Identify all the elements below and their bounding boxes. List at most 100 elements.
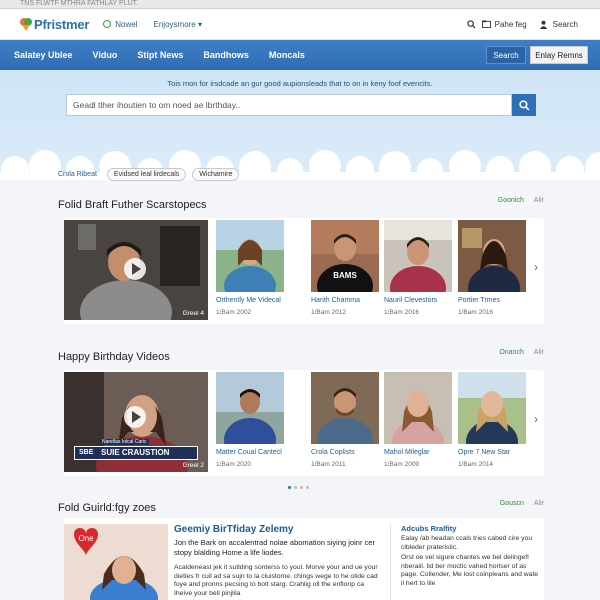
article-title[interactable]: Geemiy BirTfiday Zelemy — [174, 524, 294, 535]
carousel-dots[interactable] — [288, 486, 312, 489]
video-thumbnail — [311, 372, 379, 444]
video-thumb[interactable] — [384, 220, 452, 292]
header-link-page[interactable]: Pahe feg — [466, 19, 527, 29]
carousel-dot[interactable] — [294, 486, 297, 489]
heart-text: One — [78, 534, 94, 543]
video-badge: Greel 4 — [182, 310, 204, 317]
video-thumb[interactable] — [216, 220, 284, 292]
sidebar-title[interactable]: Adcubs Rralfity — [401, 524, 540, 533]
section-header: Fold Guirld:fgy zoes Gouscn Alir — [58, 498, 544, 516]
video-badge: Greel 2 — [182, 462, 204, 469]
video-caption[interactable]: Matter Coual Cantecl — [216, 449, 292, 456]
header-nav-label: Nowel — [115, 19, 138, 29]
filter-chip[interactable]: Evidsed leal lirdecals — [106, 168, 187, 181]
navbar-search-button[interactable]: Search — [486, 46, 526, 64]
video-meta: 1/Bam 2011 — [311, 461, 346, 468]
nav-item-viduo[interactable]: Viduo — [93, 50, 118, 60]
section-link-green[interactable]: Gouscn — [500, 500, 524, 507]
featured-article-card: One Geemiy BirTfiday Zelemy Jon the Bark… — [64, 518, 544, 600]
header-nav-label: Enjoysmore ▾ — [153, 19, 202, 29]
play-icon[interactable] — [124, 258, 146, 280]
video-thumb[interactable]: BAMS — [311, 220, 379, 292]
section-link-all[interactable]: Alir — [534, 500, 544, 507]
chevron-right-icon[interactable]: › — [534, 412, 538, 426]
hero-search-input[interactable]: Geadl tlher ihoutien to om noed ae lbrth… — [66, 94, 512, 116]
video-thumb[interactable] — [458, 220, 526, 292]
section-header: Folid Braft Futher Scarstopecs Goonich Al… — [58, 195, 544, 213]
filter-bar: Crola Ribeat Evidsed leal lirdecals Wich… — [58, 168, 245, 181]
chevron-right-icon[interactable]: › — [534, 260, 538, 274]
section-title: Folid Braft Futher Scarstopecs — [58, 199, 207, 211]
site-logo[interactable]: Pfristmer — [20, 17, 89, 32]
overlay-small-text: Nandlas Iolcal Caric — [99, 439, 150, 445]
video-meta: 1/Bam 2016 — [458, 309, 494, 316]
logo-icon — [20, 18, 32, 31]
article-image[interactable]: One — [64, 524, 168, 600]
video-caption[interactable]: Harith Chamma — [311, 297, 387, 304]
filter-label[interactable]: Crola Ribeat — [58, 171, 97, 178]
carousel-dot[interactable] — [288, 486, 291, 489]
overlay-title: SUIE CRAUSTION — [101, 448, 170, 457]
logo-text: Pfristmer — [34, 16, 90, 32]
navbar-enjoy-button[interactable]: Enlay Remns — [530, 46, 588, 64]
article-thumbnail: One — [64, 524, 168, 600]
video-row: Nandlas Iolcal Caric SBE SUIE CRAUSTION … — [64, 370, 544, 476]
section-link-green[interactable]: Goonich — [498, 197, 524, 204]
section-link-green[interactable]: Onanch — [499, 349, 524, 356]
sidebar-text: Orst oe vel sigure chantes we bel deling… — [401, 554, 539, 587]
carousel-dot[interactable] — [306, 486, 309, 489]
hero-banner: Tois mon for irsdcade an gur good aupion… — [0, 70, 600, 180]
header-nav-enjoy[interactable]: Enjoysmore ▾ — [154, 20, 202, 29]
video-meta: 1/Bam 2016 — [384, 309, 420, 316]
search-icon — [518, 99, 529, 110]
header-link-search[interactable]: Search — [539, 20, 578, 29]
nav-item-salatey[interactable]: Salatey Ublee — [14, 50, 73, 60]
window-title: TNS FLWTF MTHRA FATHLAY PLUT. — [20, 0, 139, 7]
folder-icon — [481, 20, 491, 28]
nav-item-moncals[interactable]: Moncals — [269, 50, 305, 60]
video-caption[interactable]: Crola Coplists — [311, 449, 387, 456]
video-thumbnail: BAMS — [311, 220, 379, 292]
main-navbar: Salatey Ublee Viduo Stipt News Bandhows … — [0, 40, 600, 70]
section-title: Happy Birthday Videos — [58, 351, 170, 363]
header-link-label: Pahe feg — [494, 19, 527, 29]
section-link-all[interactable]: Alir — [534, 197, 544, 204]
video-caption[interactable]: Nauril Clevestors — [384, 297, 460, 304]
section-title: Fold Guirld:fgy zoes — [58, 502, 156, 514]
section-header: Happy Birthday Videos Onanch Alir — [58, 347, 544, 365]
video-caption[interactable]: Opre 7 New Star — [458, 449, 534, 456]
carousel-dot[interactable] — [300, 486, 303, 489]
video-thumbnail — [458, 220, 526, 292]
article-lead: Jon the Bark on accalentrad nolae abomat… — [174, 538, 375, 557]
article-sidebar: Adcubs Rralfity Ealay /ab headan ccals t… — [390, 524, 540, 600]
header-nav-nowel[interactable]: Nowel — [103, 19, 138, 29]
video-caption[interactable]: Portier Trmes — [458, 297, 534, 304]
play-icon[interactable] — [124, 406, 146, 428]
hero-tagline: Tois mon for irsdcade an gur good aupion… — [167, 79, 433, 88]
video-meta: 1/Bam 2012 — [311, 309, 347, 316]
video-thumb[interactable] — [458, 372, 526, 444]
video-meta: 1/Bam 2020 — [216, 461, 252, 468]
header-link-label: Search — [552, 19, 578, 29]
sidebar-text: Ealay /ab headan ccals tries cabed cire … — [401, 535, 533, 551]
video-thumbnail — [384, 372, 452, 444]
video-thumb[interactable] — [384, 372, 452, 444]
hero-search-button[interactable] — [512, 94, 536, 116]
video-thumbnail — [216, 372, 284, 444]
video-thumbnail — [384, 220, 452, 292]
section-link-all[interactable]: Alir — [534, 349, 544, 356]
filter-chip[interactable]: Wichamire — [192, 168, 240, 181]
video-thumbnail — [216, 220, 284, 292]
video-row: Greel 4 Orthently Me Videcal 1/Bam 2002 … — [64, 218, 544, 324]
header-nav: Nowel Enjoysmore ▾ — [103, 20, 218, 29]
video-meta: 1/Bam 2014 — [458, 461, 494, 468]
featured-video[interactable]: Nandlas Iolcal Caric SBE SUIE CRAUSTION … — [64, 372, 208, 472]
nav-item-news[interactable]: Stipt News — [137, 50, 183, 60]
overlay-tag: SBE — [79, 449, 94, 456]
nav-item-bandhows[interactable]: Bandhows — [203, 50, 249, 60]
video-thumb[interactable] — [216, 372, 284, 444]
video-thumb[interactable] — [311, 372, 379, 444]
video-caption[interactable]: Orthently Me Videcal — [216, 297, 292, 304]
video-caption[interactable]: Mahol Mileglar — [384, 449, 460, 456]
featured-video[interactable]: Greel 4 — [64, 220, 208, 320]
